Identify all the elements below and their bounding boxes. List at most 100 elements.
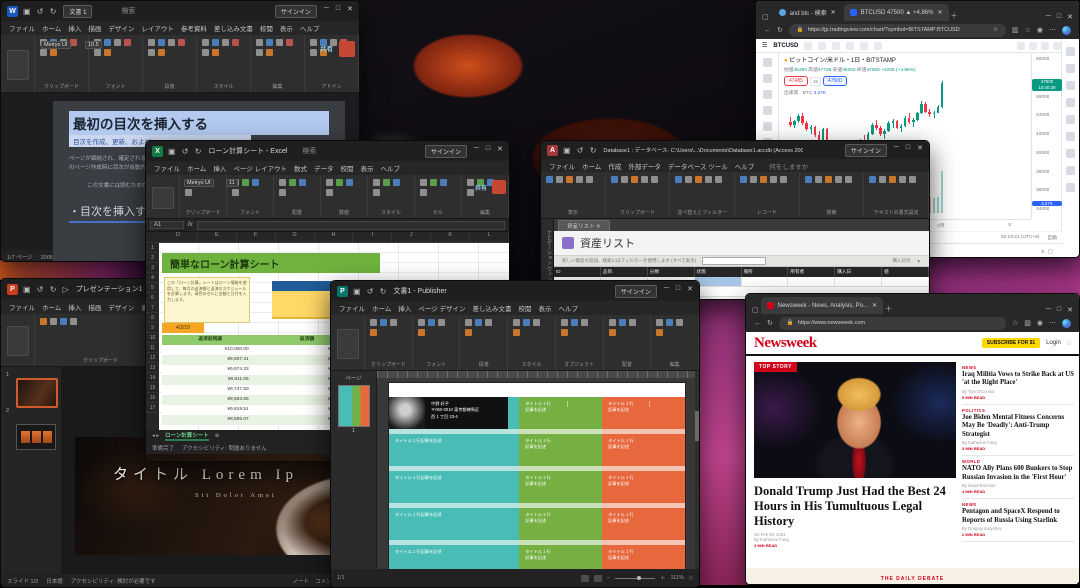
back-icon[interactable]: ← (754, 320, 761, 327)
headline-item[interactable]: POLITICS Joe Biden Mental Fitness Concer… (962, 405, 1074, 456)
object-tab-active[interactable]: 資産リスト ✕ (558, 220, 610, 231)
layout-icon[interactable] (1017, 42, 1025, 50)
ribbon-tab[interactable]: 表示 (280, 23, 293, 33)
font-size-combo[interactable]: 11 (226, 179, 238, 187)
refresh-icon[interactable]: ↻ (777, 26, 783, 34)
back-icon[interactable]: ← (764, 27, 771, 34)
cell[interactable] (742, 277, 789, 286)
headline-item[interactable]: NEWS Pentagon and SpaceX Respond to Repo… (962, 499, 1074, 542)
ribbon-tab[interactable]: ヘルプ (381, 163, 401, 173)
datasheet-column[interactable]: 購入日 (835, 267, 882, 277)
signin-button[interactable]: サインイン (615, 285, 657, 298)
accessibility-status[interactable]: アクセシビリティ: 問題ありません (182, 444, 267, 452)
ribbon-tab[interactable]: ファイル (549, 161, 575, 171)
addins-tile[interactable] (492, 180, 506, 194)
ribbon-group-icons[interactable] (373, 179, 409, 196)
balance-cell[interactable]: ¥9,747.50 (162, 385, 259, 395)
instructions-note[interactable]: この「ローン計算」シートはローン情報を使用して、毎月の返済額と返済のスケジュール… (164, 277, 250, 323)
datasheet-column[interactable]: 場所 (742, 267, 789, 277)
close-button[interactable]: ✕ (1067, 306, 1073, 314)
compare-icon[interactable] (832, 42, 840, 50)
row-header[interactable]: 10 (146, 333, 159, 343)
cell[interactable] (788, 277, 835, 286)
ribbon-tab[interactable]: ファイル (9, 23, 35, 33)
fib-tool-icon[interactable] (763, 90, 772, 99)
addins-tile[interactable] (339, 41, 355, 57)
row-header[interactable]: 8 (146, 313, 159, 323)
tab-close-icon[interactable]: ✕ (937, 9, 942, 16)
doc-heading-selected[interactable]: 最初の目次を挿入する (69, 111, 329, 135)
ribbon-group-icons[interactable] (465, 319, 502, 336)
tell-me-search[interactable]: 何をしますか (769, 161, 808, 171)
balance-cell[interactable]: ¥9,937.31 (162, 355, 259, 365)
browser-tab-search[interactable]: and btc - 検索✕ (773, 4, 842, 21)
ribbon-group-icons[interactable] (546, 176, 600, 183)
page-indicator[interactable]: 1/7 ページ (7, 253, 33, 261)
ribbon-tab[interactable]: 挿入 (68, 23, 81, 33)
publisher-window[interactable]: P ▣ ↺ ↻ 文書1 - Publisher サインイン─□✕ ファイルホーム… (330, 280, 700, 588)
settings-menu-icon[interactable]: ⋯ (1049, 26, 1056, 34)
sell-button[interactable]: 47485 (784, 76, 808, 86)
category-label[interactable]: NEWS (962, 502, 1074, 507)
paste-button[interactable] (7, 50, 29, 80)
table-cell[interactable]: タイトル 1 行記事を記述 (389, 434, 519, 466)
page-indicator[interactable]: 1/1 (337, 575, 345, 581)
ribbon-group-icons[interactable] (202, 39, 245, 56)
ribbon-group-icons[interactable] (611, 176, 665, 183)
publication-page[interactable]: 中野 好子 〒060-0010 東京都練馬区 西 1 丁目 23-4 タイトル … (389, 383, 685, 569)
ribbon-tab[interactable]: 描画 (88, 302, 101, 312)
interval-button[interactable] (804, 42, 812, 50)
ribbon-group-icons[interactable] (656, 319, 693, 336)
quick-access-toolbar[interactable]: ▣ ↺ ↻ (353, 287, 388, 296)
headline-item[interactable]: WORLD NATO Ally Plans 600 Bunkers to Sto… (962, 456, 1074, 499)
filter-combo[interactable] (702, 257, 766, 265)
datasheet-column[interactable]: 状態 (695, 267, 742, 277)
slide-2-thumbnail[interactable] (16, 424, 56, 450)
zoom-slider[interactable] (615, 578, 655, 579)
ribbon-group-icons[interactable] (279, 179, 315, 196)
ribbon-tab[interactable]: デザイン (108, 302, 134, 312)
settings-menu-icon[interactable]: ⋯ (1049, 319, 1056, 327)
ribbon-tab[interactable]: ファイル (339, 303, 365, 313)
close-button[interactable]: ✕ (497, 145, 503, 158)
name-box[interactable]: A1 (150, 221, 184, 229)
headline-link[interactable]: NATO Ally Plans 600 Bunkers to Stop Russ… (962, 465, 1074, 482)
cursor-tool-icon[interactable] (763, 58, 772, 67)
hotlists-icon[interactable] (1066, 81, 1075, 90)
font-name-combo[interactable]: Meiryo UI (41, 41, 71, 49)
browser-tab-tradingview[interactable]: BTCUSD 47500 ▲ +4.86%✕ (844, 4, 949, 21)
ribbon-group-icons[interactable] (869, 176, 923, 183)
font-size-combo[interactable]: 10.5 (85, 41, 102, 49)
quick-access-toolbar[interactable]: ▣ ↺ ↻ ▷ (23, 285, 71, 294)
row-header[interactable]: 17 (146, 403, 159, 413)
maximize-button[interactable]: □ (336, 5, 340, 18)
symbol-search-button[interactable]: BTCUSD (773, 43, 798, 49)
sheet-nav-icons[interactable]: ◂ ▸ (152, 433, 159, 439)
table-cell[interactable]: タイトル 1 行記事を記述 (389, 471, 519, 503)
search-icon[interactable] (1029, 42, 1037, 50)
table-cell[interactable]: タイトル 1 行記事を記述 (519, 397, 602, 429)
ribbon-tab[interactable]: ヘルプ (559, 303, 579, 313)
ribbon-group-icons[interactable] (370, 319, 407, 336)
datasheet-headers[interactable]: ID品目分類状態場所所有者購入日値 (554, 267, 929, 277)
maximize-button[interactable]: □ (676, 285, 680, 298)
titlebar-search[interactable]: 検索 (302, 146, 316, 156)
column-header[interactable]: G (276, 232, 315, 242)
ribbon-tab[interactable]: ホーム (187, 163, 206, 173)
fullscreen-icon[interactable] (1053, 42, 1061, 50)
excel-titlebar[interactable]: X ▣ ↺ ↻ ローン計算シート - Excel 検索 サインイン─□✕ (146, 141, 509, 161)
ribbon-group-icons[interactable] (418, 319, 455, 336)
maximize-button[interactable]: □ (1057, 306, 1061, 314)
ribbon-tab[interactable]: 校閲 (519, 303, 532, 313)
zoom-out-icon[interactable]: − (607, 575, 610, 581)
formula-input[interactable] (197, 221, 505, 230)
column-headers[interactable]: DEFGHIJKL (146, 232, 509, 243)
ribbon-tab[interactable]: ファイル (9, 302, 35, 312)
ribbon-tab[interactable]: 挿入 (398, 303, 411, 313)
alert-icon[interactable] (860, 42, 868, 50)
balance-cell[interactable]: ¥9,619.51 (162, 405, 259, 415)
ribbon-tab[interactable]: データベース ツール (668, 161, 728, 171)
ribbon-group-icons[interactable] (805, 176, 859, 183)
category-label[interactable]: WORLD (962, 459, 1074, 464)
signin-button[interactable]: サインイン (425, 145, 467, 158)
